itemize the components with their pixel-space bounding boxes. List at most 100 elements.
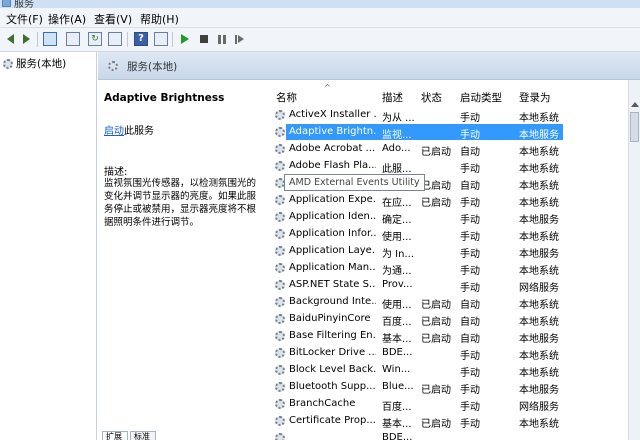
table-row[interactable]: Adobe Acrobat ... Ado... 已启动 自动 本地系统 [270,141,635,158]
table-row[interactable]: ActiveX Installer ... 为从 ... 手动 本地系统 [270,107,635,124]
service-startup-type-cell: 手动 [460,402,480,413]
restart-service-button[interactable] [232,32,246,46]
start-service-link[interactable]: 启动 [104,126,124,137]
service-gear-icon [275,348,285,358]
forward-button[interactable] [19,32,33,46]
service-description-cell: 在应... [382,198,412,209]
service-gear-icon [275,399,285,409]
service-description-cell: 为 In... [382,249,415,260]
service-log-on-as-cell: 本地系统 [519,232,559,243]
table-row[interactable]: Application Iden... 确定... 手动 本地服务 [270,209,635,226]
service-gear-icon [275,433,285,440]
service-gear-icon [275,382,285,392]
app-icon [2,0,11,7]
service-description-cell: Ado... [382,143,411,154]
service-name-cell: Base Filtering En... [289,330,376,341]
service-startup-type-cell: 手动 [460,232,480,243]
properties-sheet-button[interactable] [154,32,168,46]
service-log-on-as-cell: 网络服务 [519,283,559,294]
service-gear-icon [275,110,285,120]
back-arrow-icon [6,34,14,44]
service-status-cell: 已启动 [421,334,451,345]
service-gear-icon [275,212,285,222]
service-log-on-as-cell: 本地服务 [519,215,559,226]
table-row[interactable]: BaiduPinyinCore 百度... 已启动 自动 本地系统 [270,311,635,328]
service-log-on-as-cell: 本地系统 [519,300,559,311]
tree-item-label: 服务(本地) [16,58,67,70]
menu-file[interactable]: 文件(F) [6,11,43,27]
column-header-log-on-as[interactable]: 登录为 [519,90,551,105]
scroll-thumb[interactable] [630,112,639,142]
services-list: ^ 名称 描述 状态 启动类型 登录为 ActiveX Installer ..… [270,80,640,440]
gear-icon [108,61,118,71]
table-row[interactable]: Background Inte... 使用... 已启动 自动 本地系统 [270,294,635,311]
service-startup-type-cell: 自动 [460,147,480,158]
service-name-cell: BitLocker Drive ... [289,347,376,358]
stop-icon [200,35,208,43]
table-row[interactable]: BranchCache 百度... 手动 网络服务 [270,396,635,413]
service-gear-icon [275,246,285,256]
refresh-icon: ↻ [91,33,99,44]
service-log-on-as-cell: 本地服务 [519,130,559,141]
gear-icon [3,58,13,69]
table-row[interactable]: Application Laye... 为 In... 手动 本地服务 [270,243,635,260]
column-header-status[interactable]: 状态 [421,90,442,105]
pause-service-button[interactable] [215,32,229,46]
column-header-name[interactable]: 名称 [276,90,297,105]
table-row[interactable]: Bluetooth Supp... Blue... 已启动 手动 本地服务 [270,379,635,396]
tab-extended[interactable]: 扩展 [102,431,128,440]
service-log-on-as-cell: 网络服务 [519,402,559,413]
service-description-cell: BDE... [382,347,413,358]
service-log-on-as-cell: 本地服务 [519,385,559,396]
table-row[interactable]: Application Infor... 使用... 手动 本地系统 [270,226,635,243]
service-description-cell: Prov... [382,279,413,290]
help-icon: ? [138,33,144,44]
vertical-scrollbar[interactable] [628,80,640,440]
service-description-cell: 为从 ... [382,113,415,124]
service-description-cell: 使用... [382,232,412,243]
table-row[interactable]: Application Man... 为通... 手动 本地系统 [270,260,635,277]
table-row[interactable]: ASP.NET State S... Prov... 手动 网络服务 [270,277,635,294]
table-row[interactable]: Adaptive Brightn... 监视... 手动 本地服务 [270,124,635,141]
start-service-button[interactable] [178,32,192,46]
table-row[interactable]: BitLocker Drive ... BDE... 手动 本地系统 [270,345,635,362]
service-log-on-as-cell: 本地系统 [519,147,559,158]
back-button[interactable] [3,32,17,46]
service-description-cell: 基本... [382,334,412,345]
service-gear-icon [275,297,285,307]
scroll-up-arrow-icon[interactable] [631,102,639,107]
export-list-button[interactable] [108,32,122,46]
service-gear-icon [275,144,285,154]
service-status-cell: 已启动 [421,198,451,209]
service-status-cell: 已启动 [421,317,451,328]
help-button[interactable]: ? [134,32,148,46]
table-row[interactable]: BDE... [270,430,635,440]
service-name-cell: BranchCache [289,398,356,409]
refresh-button[interactable]: ↻ [88,32,102,46]
view-tabs: 扩展 标准 [98,428,270,440]
show-hide-tree-button[interactable] [43,32,57,46]
menu-help[interactable]: 帮助(H) [140,11,179,27]
service-description-cell: Blue... [382,381,414,392]
table-row[interactable]: Block Level Back... Win... 手动 本地系统 [270,362,635,379]
properties-button[interactable] [66,32,80,46]
service-status-cell: 已启动 [421,147,451,158]
tab-standard[interactable]: 标准 [130,431,156,440]
menu-action[interactable]: 操作(A) [48,11,86,27]
table-row[interactable]: Adobe Flash Pla... 此服... 手动 本地系统 [270,158,635,175]
service-description-cell: 基本... [382,419,412,430]
table-row[interactable]: Certificate Prop... 基本... 已启动 手动 本地系统 [270,413,635,430]
service-gear-icon [275,195,285,205]
tree-item-services-local[interactable]: 服务(本地) [3,56,66,71]
toolbar-separator [172,32,173,47]
service-name-cell: Block Level Back... [289,364,376,375]
column-header-description[interactable]: 描述 [382,90,403,105]
column-header-startup-type[interactable]: 启动类型 [460,90,502,105]
table-row[interactable]: Base Filtering En... 基本... 已启动 自动 本地服务 [270,328,635,345]
service-gear-icon [275,229,285,239]
service-name-cell: Background Inte... [289,296,376,307]
stop-service-button[interactable] [197,32,211,46]
menu-view[interactable]: 查看(V) [94,11,132,27]
service-log-on-as-cell: 本地系统 [519,164,559,175]
table-row[interactable]: Application Expe... 在应... 已启动 手动 本地系统 [270,192,635,209]
